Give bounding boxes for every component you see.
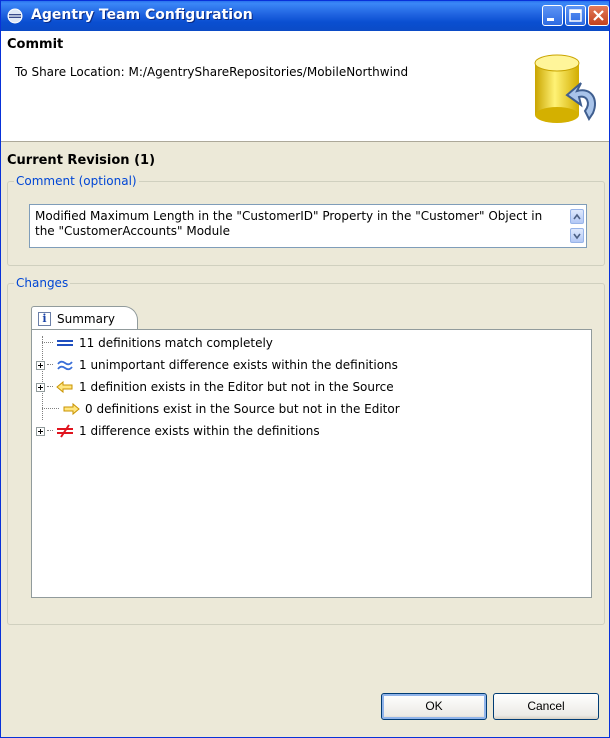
tree-item-difference[interactable]: 1 difference exists within the definitio… xyxy=(36,421,320,441)
title-bar[interactable]: Agentry Team Configuration xyxy=(1,1,609,31)
scroll-up-button[interactable] xyxy=(570,209,584,224)
header-description: To Share Location: M:/AgentryShareReposi… xyxy=(15,65,409,79)
not-equal-icon xyxy=(57,424,73,438)
tree-item-source-only[interactable]: 0 definitions exist in the Source but no… xyxy=(36,399,400,419)
tree-item-match[interactable]: 11 definitions match completely xyxy=(36,333,273,353)
window-title: Agentry Team Configuration xyxy=(31,7,253,23)
close-icon xyxy=(593,10,604,21)
dialog-window: Agentry Team Configuration Commit To Sha… xyxy=(0,0,610,738)
tree-item-label: 0 definitions exist in the Source but no… xyxy=(85,402,400,416)
close-button[interactable] xyxy=(588,5,609,26)
tree-connector-line xyxy=(47,430,53,432)
tree-connector-line xyxy=(47,386,53,388)
cancel-button[interactable]: Cancel xyxy=(493,693,599,720)
comment-textarea[interactable]: Modified Maximum Length in the "Customer… xyxy=(29,204,587,248)
approx-icon xyxy=(57,360,73,371)
equals-icon xyxy=(57,340,73,346)
minimize-icon xyxy=(547,18,554,21)
tab-summary-label: Summary xyxy=(57,311,115,326)
arrow-right-icon xyxy=(63,402,80,416)
tab-summary[interactable]: i Summary xyxy=(31,306,138,330)
chevron-up-icon xyxy=(573,213,581,220)
ok-button[interactable]: OK xyxy=(381,693,487,720)
tree-item-label: 1 difference exists within the definitio… xyxy=(79,424,320,438)
minimize-button[interactable] xyxy=(542,5,563,26)
chevron-down-icon xyxy=(573,233,581,240)
tree-item-label: 11 definitions match completely xyxy=(79,336,273,350)
tree-connector-line xyxy=(42,342,53,344)
tree-connector-line xyxy=(47,364,53,366)
changes-legend: Changes xyxy=(16,276,69,290)
maximize-button[interactable] xyxy=(565,5,586,26)
comment-legend: Comment (optional) xyxy=(16,174,137,188)
database-commit-icon xyxy=(534,54,596,123)
app-icon xyxy=(7,8,23,24)
tree-item-editor-only[interactable]: 1 definition exists in the Editor but no… xyxy=(36,377,394,397)
expand-button[interactable] xyxy=(36,426,45,436)
tree-item-label: 1 definition exists in the Editor but no… xyxy=(79,380,394,394)
changes-tree[interactable]: 11 definitions match completely 1 unimpo… xyxy=(31,329,592,598)
tree-item-unimportant[interactable]: 1 unimportant difference exists within t… xyxy=(36,355,398,375)
revision-title: Current Revision (1) xyxy=(7,153,156,168)
dialog-header xyxy=(1,31,609,142)
expand-button[interactable] xyxy=(36,360,45,370)
tree-item-label: 1 unimportant difference exists within t… xyxy=(79,358,398,372)
scroll-down-button[interactable] xyxy=(570,228,584,243)
maximize-icon xyxy=(569,9,582,22)
expand-button[interactable] xyxy=(36,382,45,392)
arrow-left-icon xyxy=(56,380,73,394)
tree-connector-line xyxy=(42,408,59,410)
info-icon: i xyxy=(38,311,51,326)
header-title: Commit xyxy=(7,37,64,52)
comment-text: Modified Maximum Length in the "Customer… xyxy=(35,209,543,238)
